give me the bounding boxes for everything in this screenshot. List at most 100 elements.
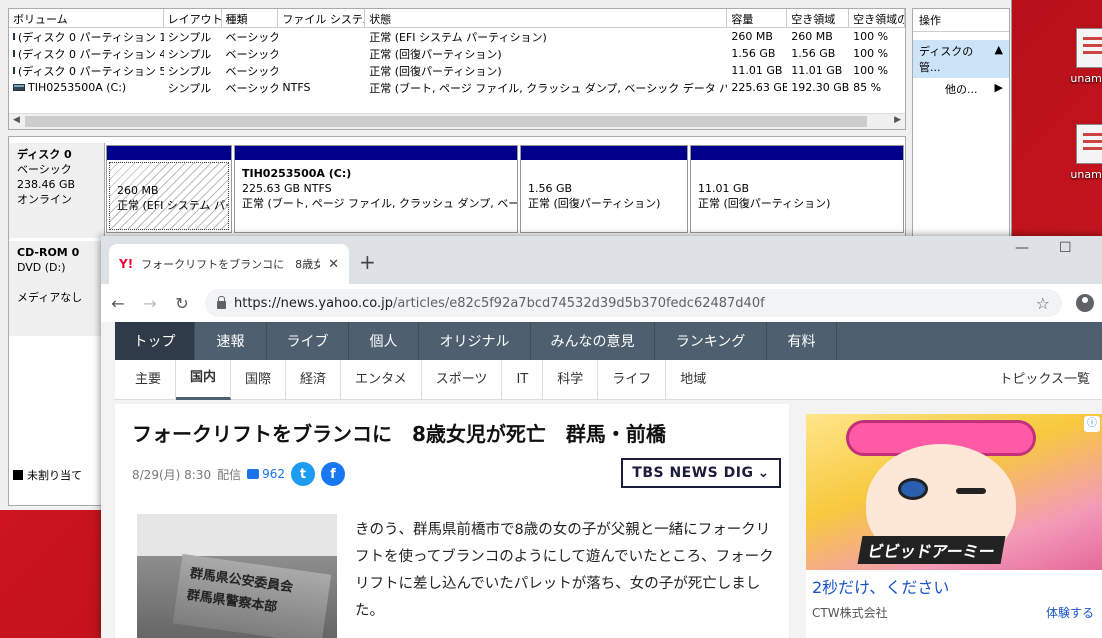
snav-international[interactable]: 国際 [231,359,287,400]
browser-window: Y! フォークリフトをブランコに 8歳女児が ✕ + — ☐ ← → ↻ htt… [101,236,1102,638]
cell-status: 正常 (回復パーティション) [369,64,502,78]
col-volume[interactable]: ボリューム [9,9,164,27]
article-photo[interactable]: 群馬県公安委員会 群馬県警察本部 [137,514,337,638]
partition-c[interactable]: TIH0253500A (C:) 225.63 GB NTFS 正常 (ブート,… [234,145,518,233]
gnav-top[interactable]: トップ [115,322,195,360]
snav-it[interactable]: IT [502,359,544,400]
gnav-original[interactable]: オリジナル [419,322,531,360]
partition-efi[interactable]: 260 MB 正常 (EFI システム パーティション) [106,145,232,233]
partition-recovery-1[interactable]: 1.56 GB 正常 (回復パーティション) [520,145,688,233]
scroll-left-icon[interactable]: ◀ [13,115,20,125]
article: フォークリフトをブランコに 8歳女児が死亡 群馬・前橋 8/29(月) 8:30… [115,404,789,638]
source-logo-text: TBS NEWS DIG [632,465,754,481]
horizontal-scrollbar[interactable]: ◀ ▶ [9,113,905,129]
snav-entertainment[interactable]: エンタメ [341,359,422,400]
partition-recovery-2[interactable]: 11.01 GB 正常 (回復パーティション) [690,145,904,233]
desktop-icon-1[interactable]: unamed [1048,28,1102,85]
article-headline: フォークリフトをブランコに 8歳女児が死亡 群馬・前橋 [132,422,666,446]
chevron-down-icon: ⌄ [757,465,770,481]
cell-free-pct: 100 % [853,64,889,77]
bookmark-star-icon[interactable]: ☆ [1036,294,1050,313]
cell-layout: シンプル [167,81,212,95]
gnav-opinions[interactable]: みんなの意見 [531,322,655,360]
snav-domestic[interactable]: 国内 [176,359,232,400]
ad-sponsor: CTW株式会社 [812,606,888,620]
partition-bar [107,146,231,160]
cell-free: 260 MB [791,30,833,43]
gnav-individual[interactable]: 個人 [349,322,419,360]
gnav-paid[interactable]: 有料 [767,322,837,360]
article-meta: 8/29(月) 8:30 配信 962 t f [132,462,345,486]
snav-science[interactable]: 科学 [543,359,599,400]
comments-link[interactable]: 962 [247,467,285,481]
actions-more-label: 他の... [945,83,978,96]
ad-info-icon[interactable]: ⓘ [1084,416,1100,432]
global-nav: トップ 速報 ライブ 個人 オリジナル みんなの意見 ランキング 有料 [115,322,1102,360]
col-status[interactable]: 状態 [365,9,728,27]
account-icon[interactable] [1076,294,1094,312]
browser-tab[interactable]: Y! フォークリフトをブランコに 8歳女児が ✕ [109,244,349,284]
back-icon[interactable]: ← [109,294,127,313]
close-tab-icon[interactable]: ✕ [328,257,339,272]
snav-local[interactable]: 地域 [666,360,720,400]
minimize-icon[interactable]: — [1015,240,1029,256]
snav-economy[interactable]: 経済 [286,359,342,400]
partition-bar [521,146,687,160]
volume-row[interactable]: TIH0253500A (C:) シンプル ベーシック NTFS 正常 (ブート… [9,79,905,96]
file-icon [1076,124,1102,164]
ad-image[interactable]: ビビッドアーミー ⓘ [806,414,1102,570]
volume-row[interactable]: (ディスク 0 パーティション 4) シンプル ベーシック 正常 (回復パーティ… [9,45,905,62]
col-free[interactable]: 空き領域 [787,9,850,27]
cell-free: 11.01 GB [791,64,843,77]
topics-list-link[interactable]: トピックス一覧 [985,360,1102,400]
scroll-right-icon[interactable]: ▶ [894,115,901,125]
partition-size: 11.01 GB [698,182,750,195]
url-path: /articles/e82c5f92a7bcd74532d39d5b370fed… [392,295,765,311]
disk0-label[interactable]: ディスク 0 ベーシック 238.46 GB オンライン [9,143,105,238]
cell-capacity: 260 MB [731,30,773,43]
lock-icon[interactable] [217,295,226,309]
maximize-icon[interactable]: ☐ [1059,240,1072,256]
volume-row[interactable]: (ディスク 0 パーティション 5) シンプル ベーシック 正常 (回復パーティ… [9,62,905,79]
new-tab-icon[interactable]: + [359,250,376,274]
twitter-share-icon[interactable]: t [291,462,315,486]
address-bar[interactable]: https://news.yahoo.co.jp/articles/e82c5f… [205,289,1062,317]
partition-status: 正常 (回復パーティション) [528,197,661,210]
desktop-icon-2[interactable]: unamed [1048,124,1102,181]
snav-main[interactable]: 主要 [115,359,177,400]
col-free-pct[interactable]: 空き領域の [849,9,905,27]
advertisement[interactable]: ビビッドアーミー ⓘ 2秒だけ、ください CTW株式会社 体験する [806,414,1102,638]
gnav-breaking[interactable]: 速報 [195,322,267,360]
gnav-live[interactable]: ライブ [267,322,349,360]
col-capacity[interactable]: 容量 [727,9,788,27]
cell-free: 1.56 GB [791,47,836,60]
cdrom-status: メディアなし [17,291,83,304]
browser-toolbar: ← → ↻ https://news.yahoo.co.jp/articles/… [101,284,1102,322]
ad-cta-link[interactable]: 体験する [1046,604,1094,621]
col-layout[interactable]: レイアウト [164,9,222,27]
facebook-share-icon[interactable]: f [321,462,345,486]
cell-status: 正常 (ブート, ページ ファイル, クラッシュ ダンプ, ベーシック データ … [369,81,727,95]
snav-life[interactable]: ライフ [598,359,667,400]
forward-icon[interactable]: → [141,294,159,313]
cell-free-pct: 100 % [853,30,889,43]
volume-name: (ディスク 0 パーティション 1) [18,30,164,44]
actions-disk-management[interactable]: ディスクの管... ▲ [913,40,1009,78]
reload-icon[interactable]: ↻ [173,294,191,313]
snav-sports[interactable]: スポーツ [422,359,503,400]
gnav-ranking[interactable]: ランキング [655,322,767,360]
scrollbar-thumb[interactable] [25,116,867,127]
volume-name: (ディスク 0 パーティション 4) [18,47,164,61]
cdrom-label[interactable]: CD-ROM 0 DVD (D:) メディアなし [9,241,105,336]
col-filesystem[interactable]: ファイル システム [278,9,366,27]
actions-more[interactable]: 他の... ▶ [913,78,1009,100]
ad-headline[interactable]: 2秒だけ、ください [812,574,949,598]
partition-size: 1.56 GB [528,182,573,195]
volume-row[interactable]: (ディスク 0 パーティション 1) シンプル ベーシック 正常 (EFI シス… [9,28,905,45]
article-body: きのう、群馬県前橋市で8歳の女の子が父親と一緒にフォークリフトを使ってブランコの… [355,522,774,619]
ad-eye [898,478,928,500]
cell-free-pct: 100 % [853,47,889,60]
cdrom-drive: DVD (D:) [17,261,66,274]
source-logo[interactable]: TBS NEWS DIG ⌄ [621,458,781,488]
col-type[interactable]: 種類 [222,9,279,27]
